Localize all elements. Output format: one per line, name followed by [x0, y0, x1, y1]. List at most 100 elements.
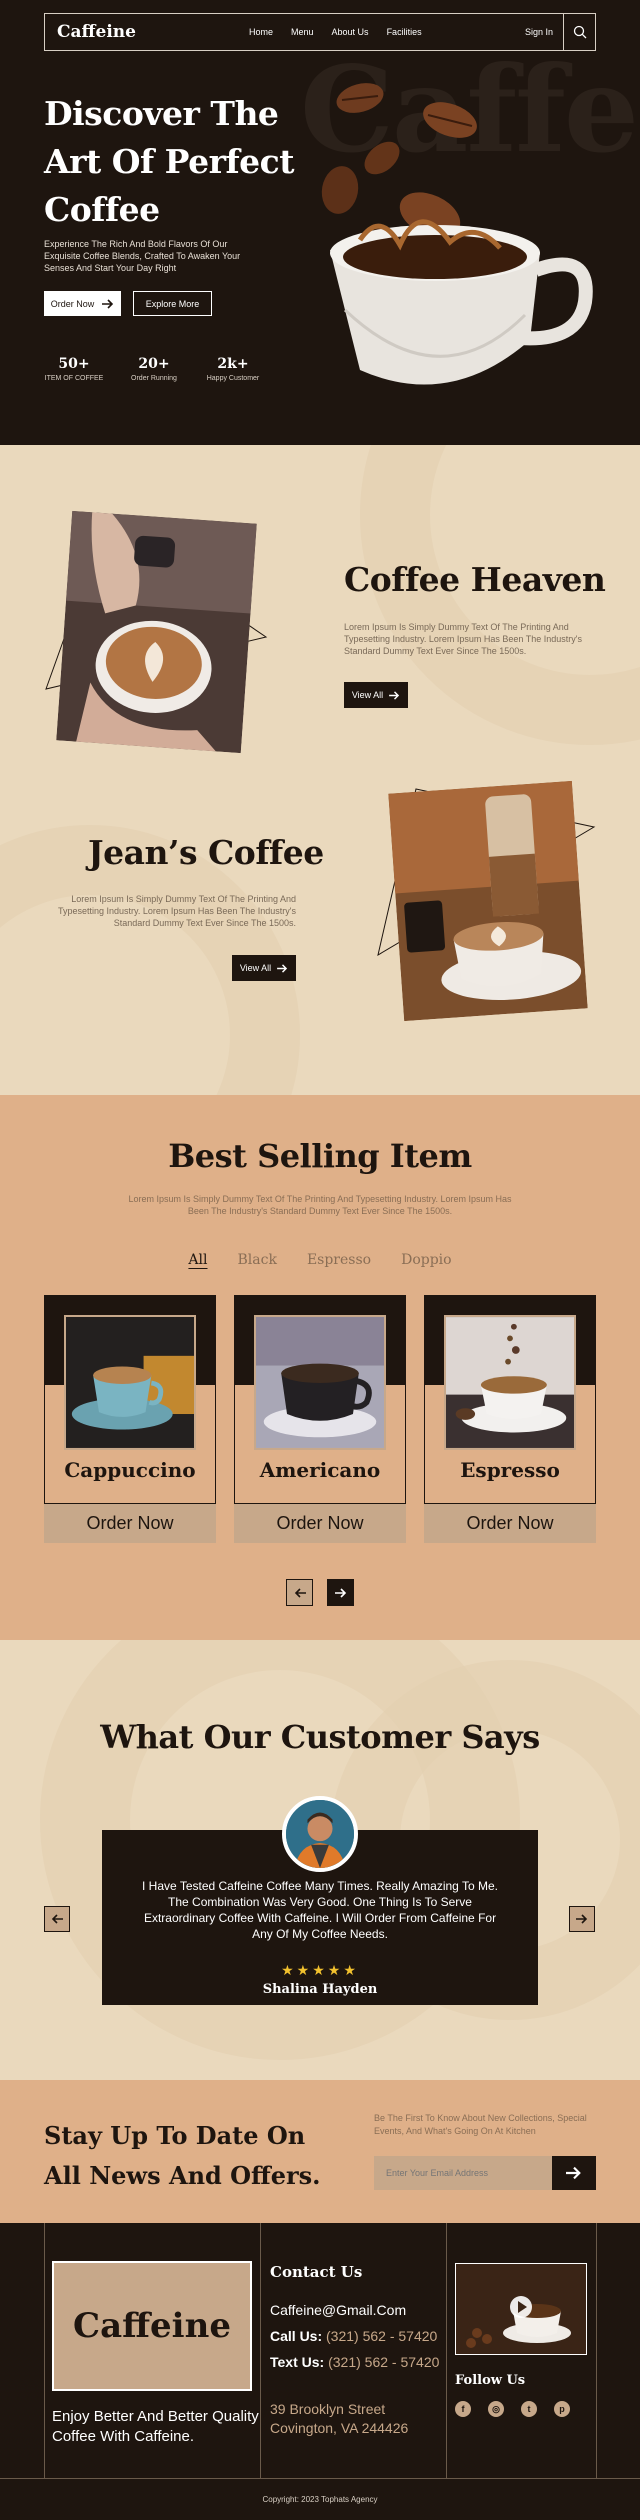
- social-link[interactable]: p: [554, 2401, 570, 2417]
- product-card-americano: Americano Order Now: [234, 1295, 406, 1543]
- footer-tagline: Enjoy Better And Better Quality Coffee W…: [52, 2408, 259, 2445]
- jeans-coffee-title: Jean’s Coffee: [88, 833, 324, 872]
- nav-link-about[interactable]: About Us: [332, 27, 369, 37]
- arrow-right-icon: [576, 1914, 588, 1924]
- hero-coffee-cup-image: [321, 83, 593, 385]
- hero-order-now-button[interactable]: Order Now: [44, 291, 121, 316]
- hero-explore-more-button[interactable]: Explore More: [133, 291, 212, 316]
- order-now-button[interactable]: Order Now: [44, 1503, 216, 1543]
- footer-divider: [44, 2223, 45, 2478]
- testimonial-prev-button[interactable]: [44, 1906, 70, 1932]
- order-now-button[interactable]: Order Now: [234, 1503, 406, 1543]
- coffee-heaven-view-all-button[interactable]: View All: [344, 682, 408, 708]
- arrow-right-icon: [277, 963, 288, 973]
- search-icon: [573, 25, 586, 39]
- instagram-icon: ◎: [492, 2403, 500, 2414]
- product-name: Americano: [259, 1458, 381, 1482]
- address-line-1: 39 Brooklyn Street: [270, 2401, 386, 2417]
- tab-black[interactable]: Black: [238, 1252, 277, 1268]
- tab-all[interactable]: All: [188, 1252, 207, 1268]
- testimonial-quote: I Have Tested Caffeine Coffee Many Times…: [142, 1879, 498, 1941]
- address-line-2: Covington, VA 244426: [270, 2420, 409, 2436]
- footer-logo[interactable]: Caffeine: [52, 2261, 252, 2391]
- cappuccino-image: [64, 1315, 196, 1450]
- page: Caffeine Caffeine Home Menu About Us Fac…: [0, 0, 640, 2520]
- product-name: Espresso: [460, 1458, 560, 1482]
- about-section: Coffee Heaven Lorem Ipsum Is Simply Dumm…: [0, 445, 640, 1095]
- tab-espresso[interactable]: Espresso: [307, 1252, 371, 1268]
- stat-label: Order Running: [131, 375, 177, 382]
- espresso-image: [444, 1315, 576, 1450]
- copyright: Copyright: 2023 Tophats Agency: [262, 2495, 378, 2504]
- jeans-coffee-view-all-button[interactable]: View All: [232, 955, 296, 981]
- top-navbar: Caffeine Home Menu About Us Facilities S…: [44, 13, 596, 51]
- testimonial-title: What Our Customer Says: [100, 1718, 540, 1756]
- rating-stars: ★★★★★: [281, 1963, 359, 1979]
- hero-section: Caffeine Caffeine Home Menu About Us Fac…: [0, 0, 640, 445]
- hero-order-now-label: Order Now: [50, 298, 95, 309]
- hero-title: Discover The Art Of Perfect Coffee: [44, 94, 295, 229]
- newsletter-email-input[interactable]: [374, 2156, 552, 2190]
- stat-items: 50+ ITEM OF COFFEE: [44, 356, 104, 382]
- hero-description: Experience The Rich And Bold Flavors Of …: [44, 239, 241, 273]
- contact-title: Contact Us: [270, 2263, 363, 2281]
- sign-in-link[interactable]: Sign In: [525, 27, 553, 37]
- twitter-icon: t: [527, 2404, 531, 2414]
- call-value: (321) 562 - 57420: [326, 2328, 438, 2344]
- view-all-label: View All: [239, 963, 272, 973]
- order-now-button[interactable]: Order Now: [424, 1503, 596, 1543]
- product-card-espresso: Espresso Order Now: [424, 1295, 596, 1543]
- latte-art-image: [56, 510, 257, 754]
- footer: Caffeine Enjoy Better And Better Quality…: [0, 2223, 640, 2520]
- nav-link-home[interactable]: Home: [249, 27, 273, 37]
- nav-link-menu[interactable]: Menu: [291, 27, 314, 37]
- jeans-coffee-text: Lorem Ipsum Is Simply Dummy Text Of The …: [58, 894, 296, 928]
- nav-link-facilities[interactable]: Facilities: [387, 27, 422, 37]
- text-value: (321) 562 - 57420: [328, 2354, 440, 2370]
- stat-value: 2k+: [217, 356, 249, 372]
- carousel-prev-button[interactable]: [286, 1579, 313, 1606]
- footer-divider: [0, 2478, 640, 2479]
- contact-call[interactable]: Call Us: (321) 562 - 57420: [270, 2328, 437, 2344]
- contact-email[interactable]: Caffeine@Gmail.Com: [270, 2302, 406, 2318]
- stat-value: 20+: [138, 356, 170, 372]
- best-selling-subtitle: Lorem Ipsum Is Simply Dummy Text Of The …: [128, 1194, 512, 1216]
- arrow-left-icon: [51, 1914, 63, 1924]
- best-selling-title: Best Selling Item: [168, 1137, 472, 1175]
- footer-divider: [596, 2223, 597, 2478]
- view-all-label: View All: [351, 690, 384, 700]
- stat-value: 50+: [58, 356, 90, 372]
- cafe-latte-image: [388, 780, 588, 1022]
- testimonial-section: What Our Customer Says I Have Tested Caf…: [0, 1640, 640, 2080]
- nav-links: Home Menu About Us Facilities: [249, 27, 422, 37]
- arrow-right-icon: [334, 1587, 346, 1598]
- customer-avatar: [282, 1796, 358, 1872]
- nav-logo[interactable]: Caffeine: [57, 22, 217, 42]
- search-button[interactable]: [563, 14, 595, 50]
- social-link[interactable]: ◎: [488, 2401, 504, 2417]
- footer-video-thumbnail[interactable]: [455, 2263, 587, 2355]
- testimonial-next-button[interactable]: [569, 1906, 595, 1932]
- best-selling-section: Best Selling Item Lorem Ipsum Is Simply …: [0, 1095, 640, 1640]
- pinterest-icon: p: [559, 2404, 565, 2414]
- stat-orders: 20+ Order Running: [124, 356, 184, 382]
- carousel-next-button[interactable]: [327, 1579, 354, 1606]
- newsletter-text: Be The First To Know About New Collectio…: [374, 2113, 587, 2136]
- newsletter-title: Stay Up To Date On All News And Offers.: [44, 2121, 321, 2190]
- tab-doppio[interactable]: Doppio: [401, 1252, 451, 1268]
- arrow-right-icon: [566, 2166, 581, 2180]
- product-card-cappuccino: Cappuccino Order Now: [44, 1295, 216, 1543]
- call-label: Call Us:: [270, 2328, 323, 2344]
- product-name: Cappuccino: [64, 1458, 196, 1482]
- category-tabs: All Black Espresso Doppio: [0, 1252, 640, 1268]
- arrow-right-icon: [389, 690, 400, 700]
- stat-label: Happy Customer: [206, 375, 260, 382]
- social-link[interactable]: t: [521, 2401, 537, 2417]
- coffee-heaven-text: Lorem Ipsum Is Simply Dummy Text Of The …: [344, 622, 582, 656]
- facebook-icon: f: [461, 2404, 465, 2414]
- follow-title: Follow Us: [455, 2373, 526, 2388]
- newsletter-submit-button[interactable]: [552, 2156, 596, 2190]
- contact-text[interactable]: Text Us: (321) 562 - 57420: [270, 2354, 439, 2370]
- social-link[interactable]: f: [455, 2401, 471, 2417]
- footer-divider: [446, 2223, 447, 2478]
